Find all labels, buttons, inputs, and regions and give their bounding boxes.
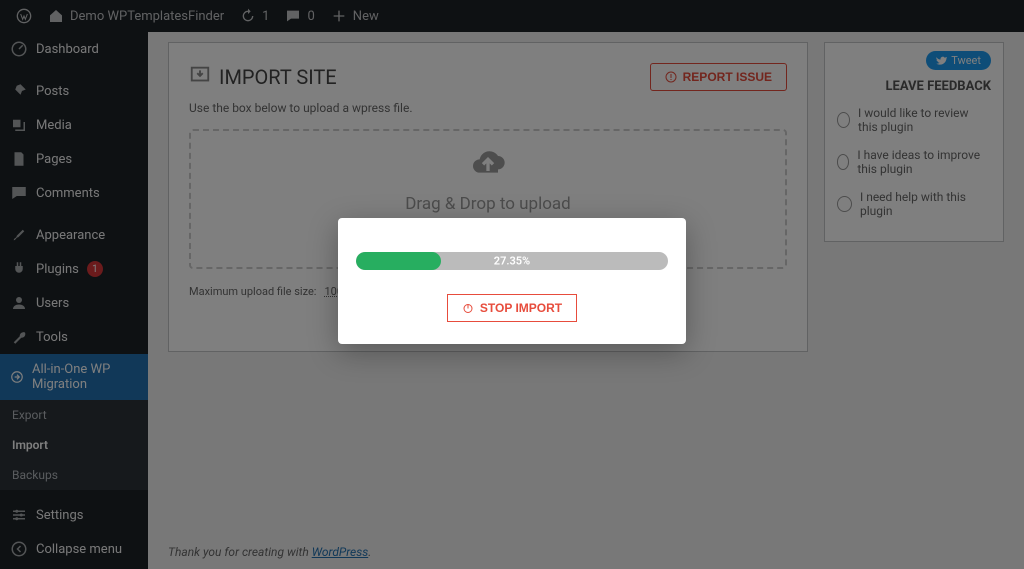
power-icon (462, 302, 474, 314)
progress-percent: 27.35% (356, 255, 668, 268)
import-progress-modal: 27.35% STOP IMPORT (338, 218, 686, 344)
progress-bar-track: 27.35% (356, 252, 668, 270)
stop-label: STOP IMPORT (480, 301, 562, 315)
stop-import-button[interactable]: STOP IMPORT (447, 294, 577, 322)
